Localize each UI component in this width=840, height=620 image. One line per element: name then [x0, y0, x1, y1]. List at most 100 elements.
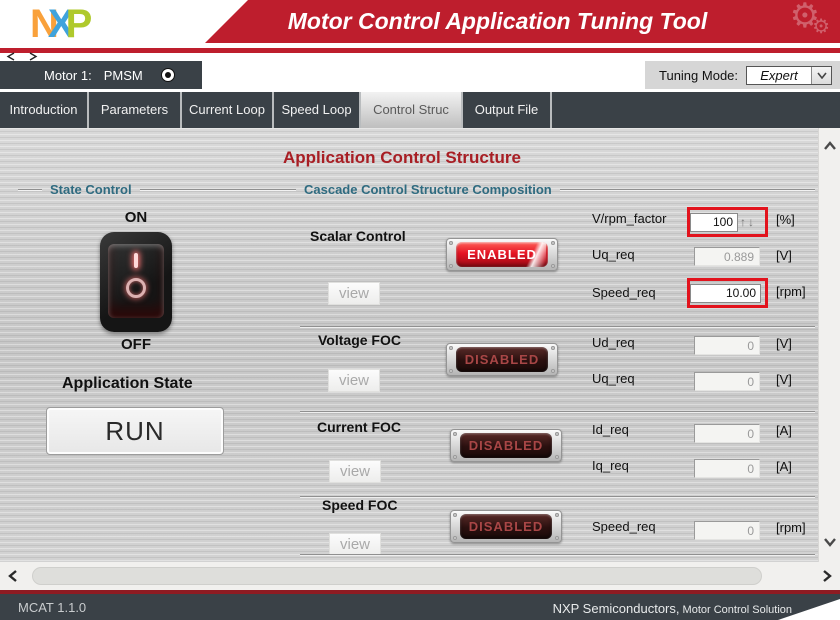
row-label-scalar-control: Scalar Control	[310, 228, 406, 244]
on-label: ON	[100, 209, 172, 226]
tab-speed-loop[interactable]: Speed Loop	[274, 92, 361, 128]
vertical-scrollbar[interactable]	[818, 128, 840, 562]
on-mark-icon	[134, 253, 138, 268]
tuning-mode-select[interactable]: Expert	[746, 66, 832, 85]
current-foc-status-led[interactable]: DISABLED	[460, 433, 552, 458]
tab-bar: Introduction Parameters Current Loop Spe…	[0, 92, 840, 128]
speed-req-input[interactable]	[690, 284, 761, 303]
field-unit: [V]	[776, 248, 792, 263]
screw-icon	[453, 536, 457, 540]
tuning-mode-panel: Tuning Mode: Expert	[645, 61, 840, 89]
motor-select-radio[interactable]	[161, 68, 175, 82]
tab-introduction[interactable]: Introduction	[0, 92, 89, 128]
field-unit: [A]	[776, 459, 792, 474]
scroll-left-icon[interactable]	[5, 52, 17, 61]
scroll-up-icon[interactable]	[823, 138, 837, 156]
screw-icon	[555, 455, 559, 459]
header-band: Motor Control Application Tuning Tool ⚙⚙	[205, 0, 840, 43]
row-label-speed-foc: Speed FOC	[322, 497, 397, 513]
footer-brand-primary: NXP Semiconductors,	[553, 601, 680, 616]
dropdown-arrow-icon[interactable]	[811, 67, 831, 84]
scalar-view-button[interactable]: view	[328, 282, 380, 305]
tab-parameters[interactable]: Parameters	[89, 92, 182, 128]
field-unit: [V]	[776, 372, 792, 387]
scalar-status-led[interactable]: ENABLED	[456, 242, 548, 267]
field-label-iq-req: Iq_req	[592, 458, 629, 473]
field-unit: [A]	[776, 423, 792, 438]
screw-icon	[551, 369, 555, 373]
cascade-legend: Cascade Control Structure Composition	[272, 182, 815, 197]
row-separator	[300, 326, 815, 328]
version-label: MCAT 1.1.0	[18, 600, 86, 615]
scroll-down-icon[interactable]	[823, 534, 837, 552]
application-state-value: RUN	[46, 407, 224, 455]
field-label-vrpm-factor: V/rpm_factor	[592, 211, 666, 226]
screw-icon	[453, 432, 457, 436]
header-stripe	[0, 48, 840, 53]
ud-req-input	[694, 336, 760, 355]
voltage-foc-status-button[interactable]: DISABLED	[446, 343, 558, 376]
speed-foc-status-led[interactable]: DISABLED	[460, 514, 552, 539]
voltage-foc-status-led[interactable]: DISABLED	[456, 347, 548, 372]
field-unit: [%]	[776, 212, 795, 227]
tab-control-struc[interactable]: Control Struc	[361, 92, 463, 128]
cascade-legend-text: Cascade Control Structure Composition	[304, 182, 552, 197]
horizontal-scrollbar[interactable]	[0, 562, 840, 590]
vrpm-factor-input[interactable]	[690, 213, 738, 232]
application-state-label: Application State	[62, 375, 193, 393]
tuning-mode-value: Expert	[747, 67, 811, 84]
screw-icon	[453, 455, 457, 459]
screw-icon	[555, 513, 559, 517]
screw-icon	[449, 241, 453, 245]
id-req-input	[694, 424, 760, 443]
screw-icon	[551, 264, 555, 268]
uq-req-input	[694, 247, 760, 266]
field-label-uq-req2: Uq_req	[592, 371, 635, 386]
scroll-right-icon[interactable]	[27, 52, 39, 61]
screw-icon	[449, 264, 453, 268]
screw-icon	[551, 346, 555, 350]
scrollbar-thumb[interactable]	[32, 567, 762, 585]
speed-req2-input	[694, 521, 760, 540]
current-foc-view-button[interactable]: view	[329, 460, 381, 483]
screw-icon	[551, 241, 555, 245]
field-unit: [rpm]	[776, 284, 806, 299]
screw-icon	[449, 346, 453, 350]
speed-foc-status-button[interactable]: DISABLED	[450, 510, 562, 543]
vrpm-factor-highlight: ↑↓	[687, 207, 768, 237]
row-label-current-foc: Current FOC	[317, 419, 401, 435]
screw-icon	[449, 369, 453, 373]
footer-brand-text: NXP Semiconductors, Motor Control Soluti…	[553, 600, 792, 618]
field-label-id-req: Id_req	[592, 422, 629, 437]
scalar-status-button[interactable]: ENABLED	[446, 238, 558, 271]
tab-current-loop[interactable]: Current Loop	[182, 92, 274, 128]
screw-icon	[453, 513, 457, 517]
field-label-speed-req2: Speed_req	[592, 519, 656, 534]
screw-icon	[555, 536, 559, 540]
spin-up-icon[interactable]: ↑	[740, 215, 746, 229]
row-separator	[300, 411, 815, 413]
tab-output-file[interactable]: Output File	[463, 92, 552, 128]
motor-selector-bar: Motor 1: PMSM	[0, 61, 202, 89]
footer: MCAT 1.1.0 NXP Semiconductors, Motor Con…	[0, 590, 840, 620]
speed-foc-view-button[interactable]: view	[329, 533, 381, 556]
scroll-left-icon[interactable]	[8, 569, 18, 588]
voltage-foc-view-button[interactable]: view	[328, 369, 380, 392]
spin-down-icon[interactable]: ↓	[748, 215, 754, 229]
row-label-voltage-foc: Voltage FOC	[318, 332, 401, 348]
footer-bar: MCAT 1.1.0 NXP Semiconductors, Motor Con…	[0, 594, 840, 620]
rocker-face[interactable]	[108, 244, 164, 318]
page-title: Application Control Structure	[283, 148, 521, 168]
current-foc-status-button[interactable]: DISABLED	[450, 429, 562, 462]
power-rocker-switch[interactable]	[100, 232, 172, 332]
scroll-right-icon[interactable]	[822, 569, 832, 588]
off-mark-icon	[126, 278, 146, 298]
field-label-speed-req: Speed_req	[592, 285, 656, 300]
iq-req-input	[694, 459, 760, 478]
gears-icon: ⚙⚙	[790, 0, 838, 36]
tuning-mode-label: Tuning Mode:	[659, 68, 738, 83]
logo-letter: P	[66, 2, 88, 47]
mcat-window: NXP Motor Control Application Tuning Too…	[0, 0, 840, 620]
top-scrollbar	[5, 52, 39, 61]
speed-req-highlight	[687, 278, 768, 308]
